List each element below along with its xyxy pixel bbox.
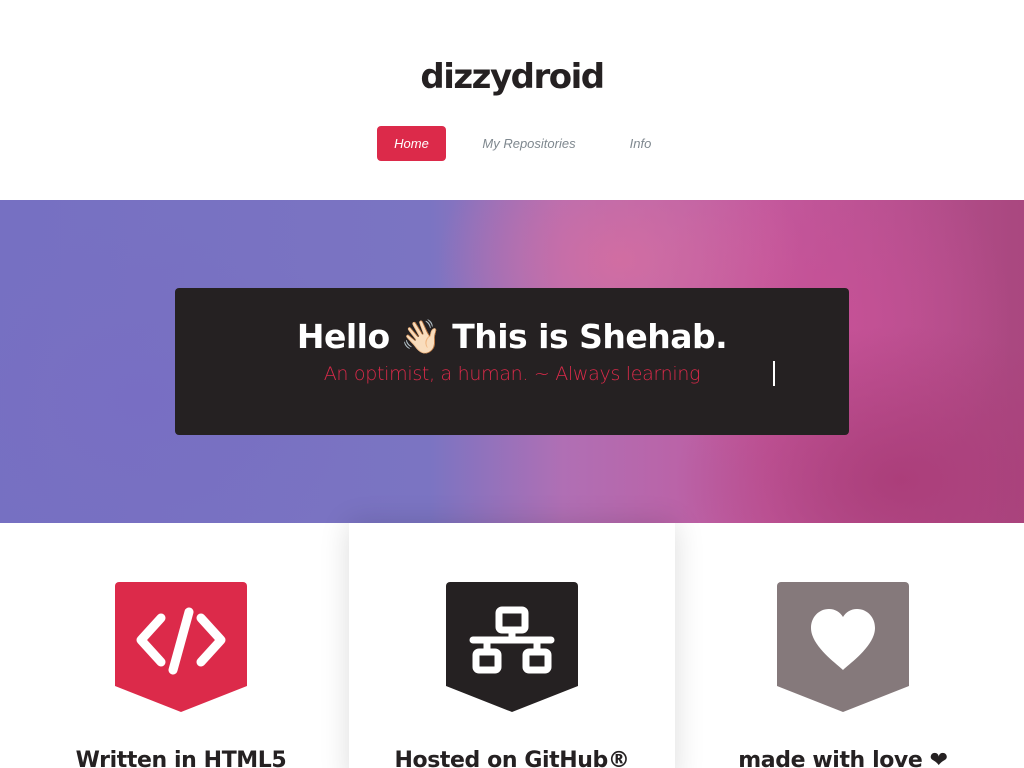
nav-item-home[interactable]: Home	[377, 126, 446, 161]
hero-title: Hello 👋🏻 This is Shehab.	[296, 317, 728, 356]
main-nav: Home My Repositories Info	[0, 126, 1024, 161]
feature-title: made with love ❤	[738, 748, 948, 768]
hero-box: Hello 👋🏻 This is Shehab. An optimist, a …	[175, 288, 849, 435]
hero-subtitle: An optimist, a human. ~ Always learning	[323, 363, 701, 385]
hero-banner: Hello 👋🏻 This is Shehab. An optimist, a …	[0, 200, 1024, 523]
code-icon	[115, 582, 247, 712]
site-logo[interactable]: dizzydroid	[0, 56, 1024, 98]
typing-cursor	[773, 361, 775, 386]
nav-item-my-repositories[interactable]: My Repositories	[474, 126, 584, 161]
network-icon	[446, 582, 578, 712]
features-section: Written in HTML5 Hosted on GitHub® made	[0, 523, 1024, 768]
feature-card-love: made with love ❤	[680, 523, 1006, 768]
nav-item-info[interactable]: Info	[618, 126, 663, 161]
heart-icon	[777, 582, 909, 712]
feature-title: Hosted on GitHub®	[394, 748, 630, 768]
feature-card-html5: Written in HTML5	[18, 523, 344, 768]
feature-card-github: Hosted on GitHub®	[349, 523, 675, 768]
site-header: dizzydroid Home My Repositories Info	[0, 0, 1024, 200]
feature-title: Written in HTML5	[75, 748, 287, 768]
